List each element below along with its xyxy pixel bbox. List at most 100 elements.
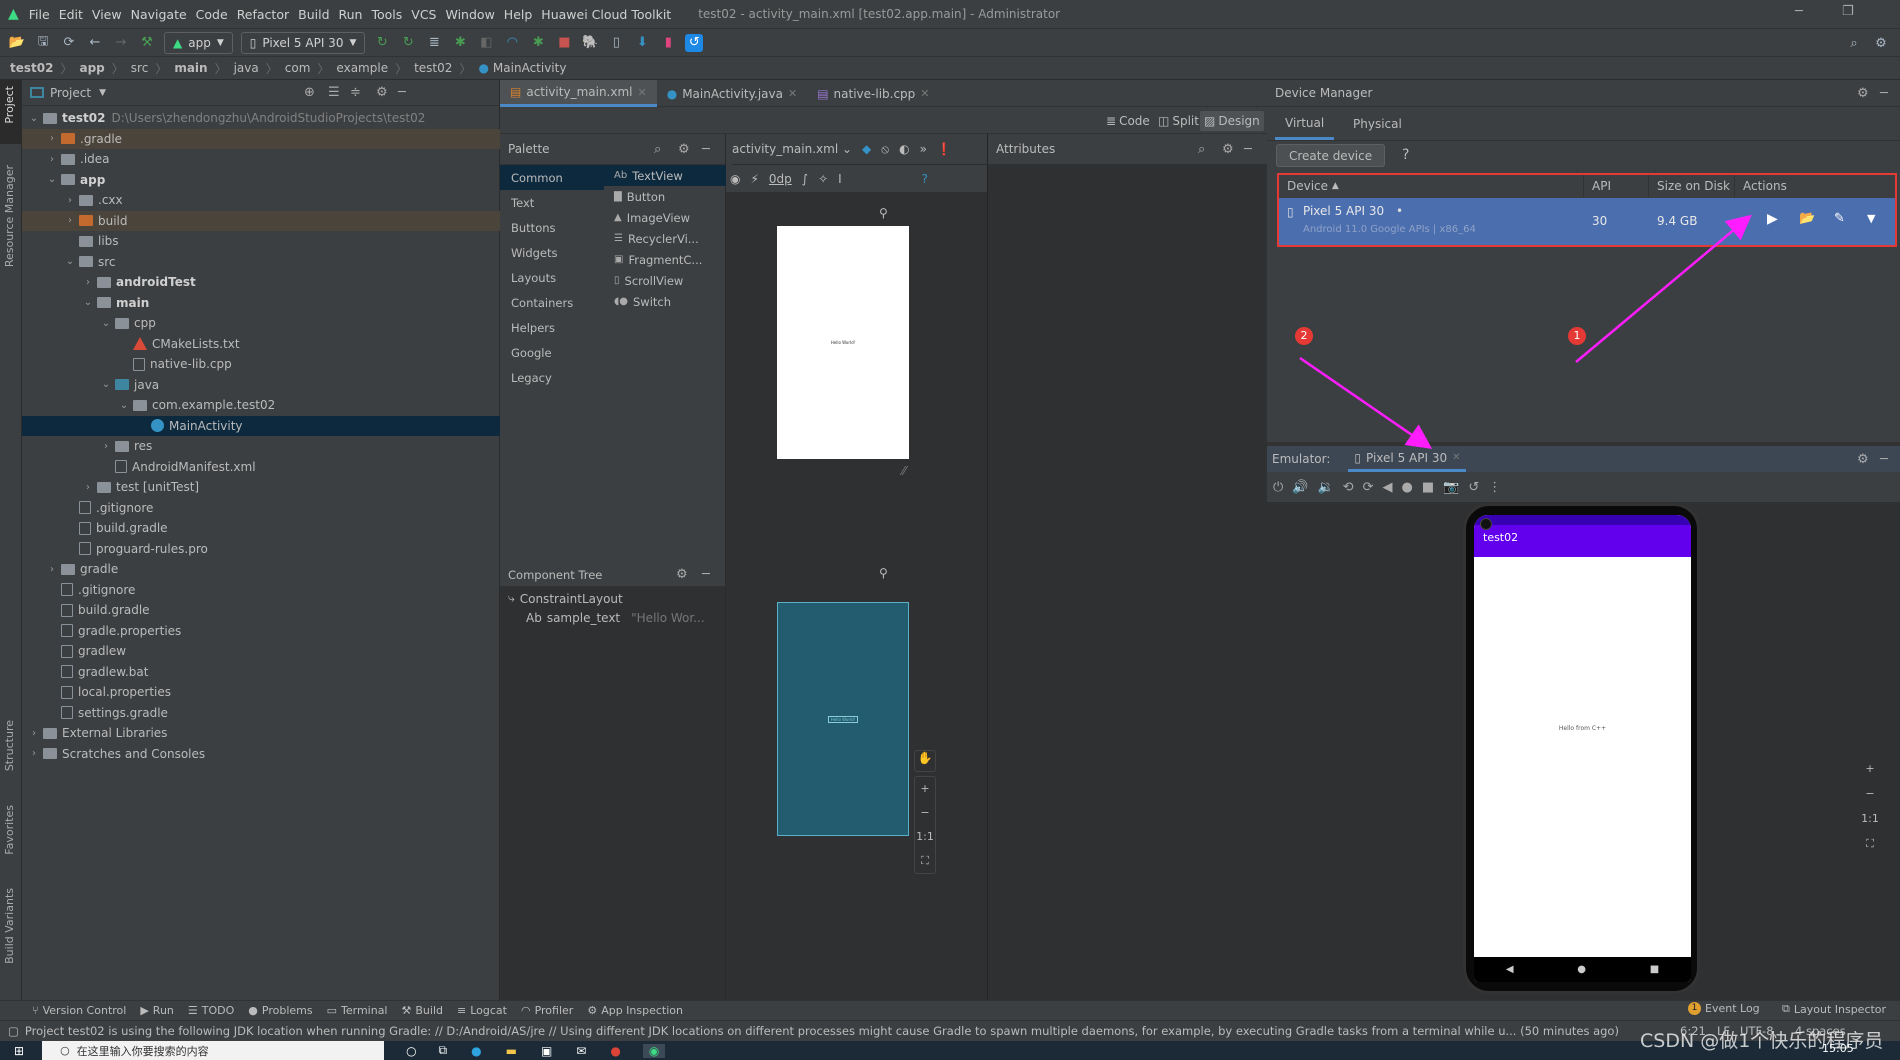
- search-icon[interactable]: ⌕: [1845, 34, 1863, 52]
- screenshot-camera-icon[interactable]: 📷: [1443, 480, 1459, 495]
- settings-gear-icon[interactable]: ⚙: [1857, 86, 1869, 101]
- tree-item[interactable]: ⌄ app: [22, 170, 500, 190]
- device-row[interactable]: ▯ Pixel 5 API 30 • Android 11.0 Google A…: [1279, 198, 1895, 245]
- tree-item[interactable]: ⌄ com.example.test02: [22, 395, 500, 415]
- settings-gear-icon[interactable]: ⚙: [676, 567, 688, 582]
- tree-item[interactable]: MainActivity: [22, 415, 500, 436]
- volume-down-icon[interactable]: 🔉: [1317, 480, 1333, 495]
- chevron-down-icon[interactable]: ⌄: [118, 400, 130, 411]
- tab-virtual[interactable]: Virtual: [1275, 108, 1335, 140]
- chrome-icon[interactable]: ●: [610, 1044, 620, 1058]
- design-mode-button[interactable]: ▨ Design: [1200, 111, 1264, 131]
- tree-item[interactable]: settings.gradle: [22, 703, 500, 723]
- back-icon[interactable]: ←: [86, 34, 104, 52]
- breadcrumb-item[interactable]: com: [285, 61, 311, 75]
- tree-item[interactable]: CMakeLists.txt: [22, 334, 500, 354]
- tree-item[interactable]: local.properties: [22, 682, 500, 702]
- zoom-out-icon[interactable]: −: [915, 801, 935, 825]
- zoom-out-icon[interactable]: −: [1859, 781, 1881, 806]
- open-folder-icon[interactable]: 📂: [8, 34, 26, 52]
- chevron-right-icon[interactable]: ›: [46, 154, 58, 165]
- settings-gear-icon[interactable]: ⚙: [1222, 142, 1234, 157]
- gradle-sync-icon[interactable]: 🐘: [581, 34, 599, 52]
- debug-bug-icon[interactable]: ✱: [451, 34, 469, 52]
- hide-panel-icon[interactable]: ─: [398, 85, 406, 100]
- tree-item[interactable]: › External Libraries: [22, 723, 500, 743]
- hide-panel-icon[interactable]: ─: [1880, 452, 1888, 467]
- logcat-list-icon[interactable]: ≣: [425, 34, 443, 52]
- palette-item[interactable]: ☰ RecyclerVi...: [604, 228, 726, 249]
- breadcrumb-item[interactable]: example: [336, 61, 388, 75]
- nav-recents-icon[interactable]: ■: [1650, 964, 1659, 975]
- autoconnect-icon[interactable]: ⚡: [750, 172, 758, 186]
- help-icon[interactable]: ?: [922, 172, 928, 186]
- tree-item[interactable]: › .idea: [22, 149, 500, 169]
- open-folder-icon[interactable]: 📂: [1799, 211, 1815, 226]
- chevron-down-icon[interactable]: ⌄: [64, 256, 76, 267]
- column-device[interactable]: Device ▲: [1279, 175, 1584, 197]
- project-tool-button[interactable]: Project: [3, 86, 16, 124]
- menu-huawei-cloud-toolkit[interactable]: Huawei Cloud Toolkit: [541, 7, 671, 22]
- palette-item[interactable]: ▣ FragmentC...: [604, 249, 726, 270]
- tree-item[interactable]: ⌄ main: [22, 293, 500, 313]
- palette-item[interactable]: ◖● Switch: [604, 291, 726, 312]
- tree-item[interactable]: ⌄ java: [22, 375, 500, 395]
- hide-panel-icon[interactable]: ─: [702, 142, 710, 157]
- tool-terminal[interactable]: ▭ Terminal: [327, 1004, 388, 1017]
- home-icon[interactable]: ●: [1401, 480, 1412, 495]
- chevron-right-icon[interactable]: ›: [28, 748, 40, 759]
- breadcrumb-item[interactable]: main: [174, 61, 207, 75]
- column-api[interactable]: API: [1584, 175, 1649, 197]
- tree-item[interactable]: › androidTest: [22, 272, 500, 292]
- column-size-on-disk[interactable]: Size on Disk: [1649, 175, 1735, 197]
- tool-run[interactable]: ▶ Run: [140, 1004, 174, 1017]
- build-hammer-icon[interactable]: ⚒: [138, 34, 156, 52]
- palette-category-buttons[interactable]: Buttons: [500, 215, 604, 240]
- nav-back-icon[interactable]: ◀: [1506, 964, 1514, 975]
- chevron-down-icon[interactable]: ⌄: [82, 297, 94, 308]
- close-icon[interactable]: ✕: [638, 86, 647, 99]
- guidelines-icon[interactable]: I: [838, 172, 842, 186]
- chevron-down-icon[interactable]: ⌄: [28, 113, 40, 124]
- more-actions-chevron-down-icon[interactable]: ▼: [1867, 212, 1875, 225]
- tree-node-constraintlayout[interactable]: ⤷ ConstraintLayout: [508, 591, 623, 606]
- menu-help[interactable]: Help: [504, 7, 533, 22]
- search-icon[interactable]: ⌕: [654, 142, 661, 157]
- more-vertical-icon[interactable]: ⋮: [1488, 480, 1501, 495]
- tree-item[interactable]: › .cxx: [22, 190, 500, 210]
- palette-item[interactable]: ▲ ImageView: [604, 207, 726, 228]
- tool-logcat[interactable]: ≡ Logcat: [457, 1004, 507, 1017]
- status-message[interactable]: Project test02 is using the following JD…: [25, 1024, 1675, 1038]
- build-variants-tool-button[interactable]: Build Variants: [3, 888, 16, 964]
- zoom-in-icon[interactable]: +: [1859, 756, 1881, 781]
- pin-icon[interactable]: ⚲: [879, 206, 888, 220]
- save-icon[interactable]: 🖫: [34, 34, 52, 52]
- theme-icon[interactable]: ◐: [899, 142, 909, 156]
- settings-gear-icon[interactable]: ⚙: [678, 142, 690, 157]
- close-icon[interactable]: ✕: [920, 87, 929, 100]
- emulator-tab-pixel5[interactable]: ▯ Pixel 5 API 30 ✕: [1348, 446, 1467, 472]
- favorites-tool-button[interactable]: Favorites: [3, 805, 16, 855]
- profile-icon[interactable]: ◠: [503, 34, 521, 52]
- tree-item[interactable]: .gitignore: [22, 498, 500, 518]
- zoom-reset-button[interactable]: 1:1: [915, 825, 935, 849]
- tool-todo[interactable]: ☰ TODO: [188, 1004, 234, 1017]
- zoom-in-icon[interactable]: +: [915, 777, 935, 801]
- launch-play-icon[interactable]: ▶: [1767, 211, 1778, 227]
- palette-category-layouts[interactable]: Layouts: [500, 265, 604, 290]
- tool-version-control[interactable]: ⑂ Version Control: [32, 1004, 126, 1017]
- resource-manager-tool-button[interactable]: Resource Manager: [3, 165, 16, 267]
- tool-profiler[interactable]: ◠ Profiler: [521, 1004, 573, 1017]
- chevron-right-icon[interactable]: ›: [82, 277, 94, 288]
- tool-app-inspection[interactable]: ⚙ App Inspection: [587, 1004, 683, 1017]
- power-icon[interactable]: ⏻: [1273, 480, 1283, 495]
- design-preview[interactable]: Hello World!: [777, 226, 909, 459]
- mail-icon[interactable]: ✉: [576, 1044, 586, 1058]
- tree-item[interactable]: proguard-rules.pro: [22, 539, 500, 559]
- hide-panel-icon[interactable]: ─: [1244, 142, 1252, 157]
- menu-window[interactable]: Window: [446, 7, 495, 22]
- windows-start-icon[interactable]: ⊞: [14, 1044, 24, 1058]
- clear-constraints-icon[interactable]: ∫: [802, 172, 808, 186]
- palette-category-helpers[interactable]: Helpers: [500, 315, 604, 340]
- layout-file-select[interactable]: activity_main.xml ⌄: [732, 142, 852, 156]
